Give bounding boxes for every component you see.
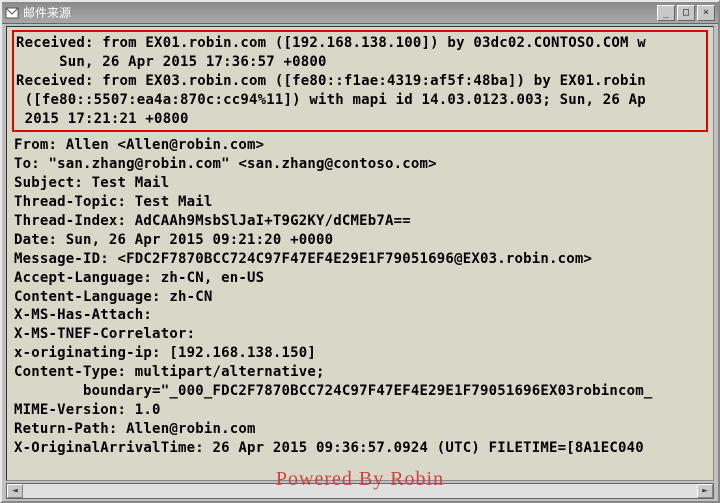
window-title: 邮件来源 (23, 4, 657, 21)
mail-source-window: 邮件来源 _ □ × Received: from EX01.robin.com… (0, 0, 720, 503)
mail-headers-viewer[interactable]: Received: from EX01.robin.com ([192.168.… (6, 26, 714, 481)
subject-header: Subject: Test Mail (14, 174, 709, 193)
accept-language-header: Accept-Language: zh-CN, en-US (14, 269, 709, 288)
received-line-4: ([fe80::5507:ea4a:870c:cc94%11]) with ma… (16, 91, 704, 110)
content-language-header: Content-Language: zh-CN (14, 288, 709, 307)
received-line-1: Received: from EX01.robin.com ([192.168.… (16, 34, 704, 53)
has-attach-header: X-MS-Has-Attach: (14, 306, 709, 325)
mail-header-body: From: Allen <Allen@robin.com> To: "san.z… (11, 136, 709, 457)
originating-ip-header: x-originating-ip: [192.168.138.150] (14, 344, 709, 363)
message-id-header: Message-ID: <FDC2F7870BCC724C97F47EF4E29… (14, 250, 709, 269)
app-icon (5, 6, 19, 20)
date-header: Date: Sun, 26 Apr 2015 09:21:20 +0000 (14, 231, 709, 250)
maximize-button[interactable]: □ (677, 5, 695, 21)
scroll-right-button[interactable]: ► (697, 484, 713, 498)
to-header: To: "san.zhang@robin.com" <san.zhang@con… (14, 155, 709, 174)
received-line-5: 2015 17:21:21 +0800 (16, 110, 704, 129)
content-type-header: Content-Type: multipart/alternative; (14, 363, 709, 382)
scroll-left-button[interactable]: ◄ (7, 484, 23, 498)
mime-version-header: MIME-Version: 1.0 (14, 401, 709, 420)
from-header: From: Allen <Allen@robin.com> (14, 136, 709, 155)
horizontal-scrollbar[interactable]: ◄ ► (6, 483, 714, 499)
received-line-2: Sun, 26 Apr 2015 17:36:57 +0800 (16, 53, 704, 72)
scroll-track[interactable] (23, 484, 697, 498)
thread-index-header: Thread-Index: AdCAAh9MsbSlJaI+T9G2KY/dCM… (14, 212, 709, 231)
tnef-correlator-header: X-MS-TNEF-Correlator: (14, 325, 709, 344)
close-button[interactable]: × (697, 5, 715, 21)
title-bar[interactable]: 邮件来源 _ □ × (2, 2, 718, 24)
window-controls: _ □ × (657, 5, 715, 21)
received-headers-highlight: Received: from EX01.robin.com ([192.168.… (12, 30, 708, 132)
minimize-button[interactable]: _ (657, 5, 675, 21)
return-path-header: Return-Path: Allen@robin.com (14, 420, 709, 439)
received-line-3: Received: from EX03.robin.com ([fe80::f1… (16, 72, 704, 91)
boundary-header: boundary="_000_FDC2F7870BCC724C97F47EF4E… (14, 382, 709, 401)
thread-topic-header: Thread-Topic: Test Mail (14, 193, 709, 212)
original-arrival-time-header: X-OriginalArrivalTime: 26 Apr 2015 09:36… (14, 439, 709, 458)
